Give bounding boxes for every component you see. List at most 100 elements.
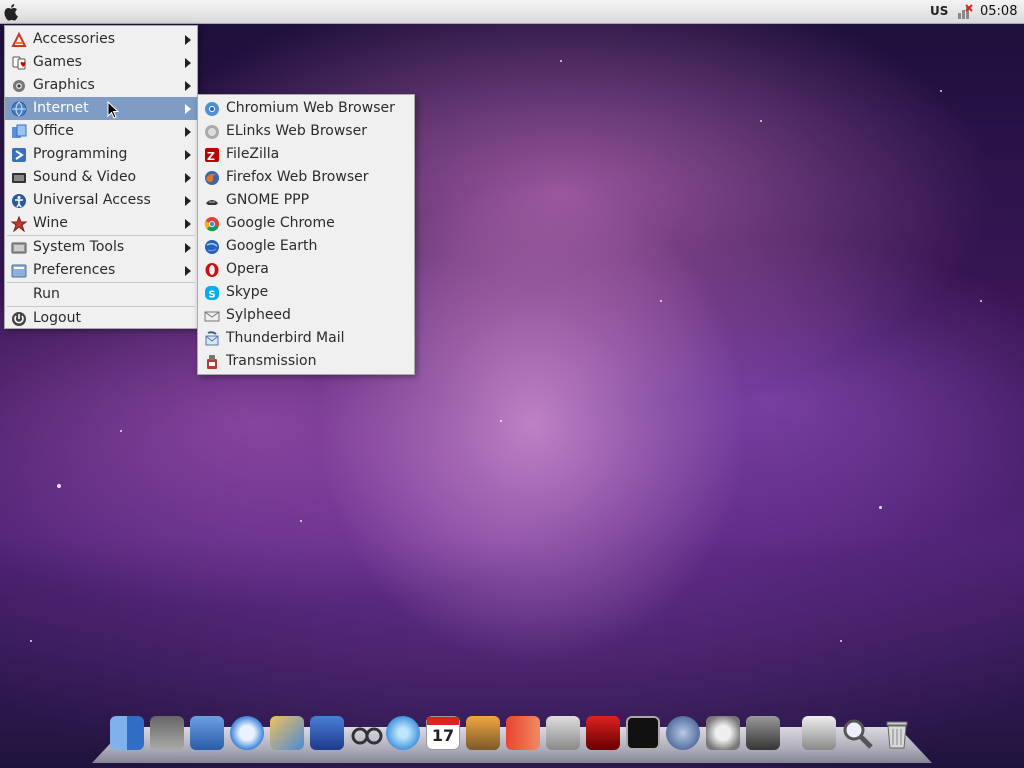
submenu-arrow-icon (185, 219, 191, 229)
calculator-icon[interactable] (150, 716, 184, 750)
submenu-item-chromium[interactable]: Chromium Web Browser (198, 97, 414, 120)
star (840, 640, 842, 642)
accessories-icon (11, 31, 27, 48)
menu-item-label: Logout (33, 310, 81, 326)
sound-video-icon (11, 170, 27, 186)
spotlight-icon[interactable] (840, 716, 874, 750)
menu-item-label: Preferences (33, 262, 116, 278)
opera-icon (204, 262, 220, 278)
elinks-icon (204, 124, 220, 140)
itunes-icon[interactable] (386, 716, 420, 750)
menu-item-run[interactable]: Run (5, 283, 197, 306)
submenu-item-google-earth[interactable]: Google Earth (198, 235, 414, 258)
menu-item-graphics[interactable]: Graphics (5, 74, 197, 97)
submenu-item-skype[interactable]: S Skype (198, 281, 414, 304)
menu-item-sound-video[interactable]: Sound & Video (5, 166, 197, 189)
submenu-item-label: Transmission (226, 353, 317, 369)
submenu-arrow-icon (185, 150, 191, 160)
universal-access-icon (11, 193, 27, 209)
preview-icon[interactable] (546, 716, 580, 750)
video-clapper-icon[interactable] (310, 716, 344, 750)
menu-item-accessories[interactable]: Accessories (5, 28, 197, 51)
submenu-arrow-icon (185, 81, 191, 91)
clock[interactable]: 05:08 (980, 4, 1017, 19)
submenu-item-label: Google Chrome (226, 215, 335, 231)
submenu-item-transmission[interactable]: Transmission (198, 350, 414, 373)
safari-icon[interactable] (230, 716, 264, 750)
star (57, 484, 61, 488)
menu-item-label: Accessories (33, 31, 116, 47)
dock: 17 (110, 716, 920, 756)
submenu-item-label: GNOME PPP (226, 192, 310, 208)
submenu-item-google-chrome[interactable]: Google Chrome (198, 212, 414, 235)
submenu-item-sylpheed[interactable]: Sylpheed (198, 304, 414, 327)
submenu-arrow-icon (185, 58, 191, 68)
calendar-header (427, 717, 459, 725)
menu-item-wine[interactable]: Wine (5, 212, 197, 235)
menu-item-games[interactable]: ♥ Games (5, 51, 197, 74)
presentation-icon[interactable] (506, 716, 540, 750)
nvidia-icon[interactable] (666, 716, 700, 750)
calendar-day-label: 17 (431, 726, 455, 745)
submenu-item-label: Sylpheed (226, 307, 291, 323)
office-icon (11, 124, 27, 140)
star (30, 640, 32, 642)
google-chrome-icon (204, 216, 220, 232)
star (560, 60, 562, 62)
submenu-arrow-icon (185, 127, 191, 137)
network-icon[interactable] (956, 4, 974, 20)
photos-icon[interactable] (270, 716, 304, 750)
submenu-item-thunderbird[interactable]: Thunderbird Mail (198, 327, 414, 350)
calendar-icon[interactable]: 17 (426, 716, 460, 750)
google-earth-icon (204, 239, 220, 255)
wine-icon (10, 215, 28, 233)
menu-item-label: Programming (33, 146, 128, 162)
submenu-item-label: Opera (226, 261, 269, 277)
mouse-cursor-icon (107, 100, 120, 119)
app-store-icon[interactable] (190, 716, 224, 750)
submenu-item-gnome-ppp[interactable]: GNOME PPP (198, 189, 414, 212)
drive-icon[interactable] (802, 716, 836, 750)
star (120, 430, 122, 432)
submenu-arrow-icon (185, 196, 191, 206)
menu-item-preferences[interactable]: Preferences (5, 259, 197, 282)
system-preferences-icon[interactable] (706, 716, 740, 750)
menu-item-programming[interactable]: Programming (5, 143, 197, 166)
star (980, 300, 982, 302)
menu-item-logout[interactable]: Logout (5, 307, 197, 330)
glasses-icon[interactable] (350, 716, 384, 750)
submenu-item-elinks[interactable]: ELinks Web Browser (198, 120, 414, 143)
submenu-item-opera[interactable]: Opera (198, 258, 414, 281)
svg-text:♥: ♥ (20, 61, 26, 69)
submenu-item-filezilla[interactable]: Z FileZilla (198, 143, 414, 166)
gnome-ppp-icon (204, 193, 220, 209)
star (500, 420, 502, 422)
menu-item-label: Internet (33, 100, 89, 116)
photo-booth-icon[interactable] (586, 716, 620, 750)
menu-item-system-tools[interactable]: System Tools (5, 236, 197, 259)
submenu-arrow-icon (185, 104, 191, 114)
menu-item-label: Games (33, 54, 82, 70)
trash-icon[interactable] (880, 716, 914, 750)
firefox-icon (204, 170, 220, 186)
submenu-arrow-icon (185, 35, 191, 45)
menu-item-label: Office (33, 123, 74, 139)
submenu-item-firefox[interactable]: Firefox Web Browser (198, 166, 414, 189)
disk-utility-icon[interactable] (746, 716, 780, 750)
menu-item-label: Universal Access (33, 192, 151, 208)
terminal-icon[interactable] (626, 716, 660, 750)
star (760, 120, 762, 122)
apple-menu-icon[interactable] (3, 2, 21, 22)
internet-submenu: Chromium Web Browser ELinks Web Browser … (197, 94, 415, 375)
menu-item-office[interactable]: Office (5, 120, 197, 143)
svg-text:S: S (209, 290, 216, 301)
iphoto-icon[interactable] (466, 716, 500, 750)
finder-icon[interactable] (110, 716, 144, 750)
internet-globe-icon (11, 101, 27, 117)
star (300, 520, 302, 522)
menu-item-internet[interactable]: Internet (5, 97, 197, 120)
submenu-item-label: Chromium Web Browser (226, 100, 395, 116)
menu-item-universal-access[interactable]: Universal Access (5, 189, 197, 212)
keyboard-layout-indicator[interactable]: US (930, 4, 948, 18)
menu-item-label: Sound & Video (33, 169, 137, 185)
